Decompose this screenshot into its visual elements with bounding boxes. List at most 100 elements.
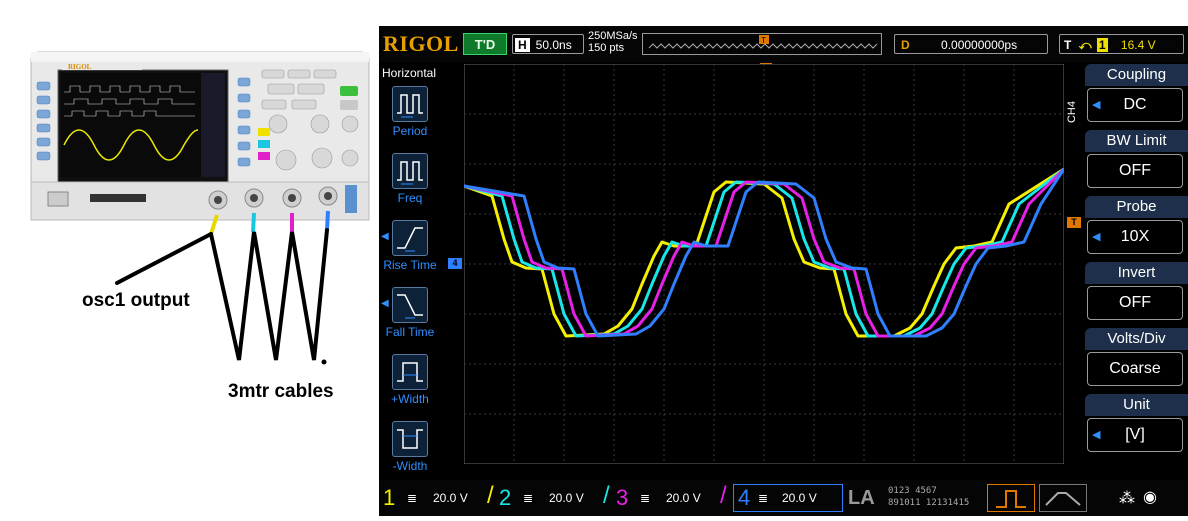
measure-freq-button[interactable]: Freq bbox=[379, 153, 441, 205]
invert-value[interactable]: OFF bbox=[1087, 286, 1183, 320]
plus-width-label: +Width bbox=[391, 392, 429, 406]
minus-width-icon bbox=[392, 421, 428, 457]
usb-icon: ⁂ bbox=[1119, 490, 1135, 507]
ch1-scale: 20.0 V bbox=[433, 491, 468, 505]
memory-points: 150 pts bbox=[588, 42, 625, 54]
ch2-status[interactable]: 2 ≣ 20.0 V / bbox=[499, 482, 611, 512]
measure-fall-time-button[interactable]: Fall Time bbox=[379, 287, 441, 339]
menu-scroll-down-icon[interactable]: ◀ bbox=[381, 298, 389, 309]
measure-plus-width-button[interactable]: +Width bbox=[379, 354, 441, 406]
edge-trigger-icon bbox=[996, 490, 1026, 508]
delay-value: 0.00000000ps bbox=[941, 38, 1018, 52]
la-label: LA bbox=[848, 487, 875, 509]
measure-period-button[interactable]: Period bbox=[379, 86, 441, 138]
probe-menu-item[interactable]: Probe ◀ 10X bbox=[1085, 196, 1188, 260]
ch2-number: 2 bbox=[499, 485, 512, 510]
timebase-label: H bbox=[515, 38, 530, 52]
channel-menu: Coupling ◀ DC BW Limit OFF Probe ◀ 10X Inv… bbox=[1085, 64, 1188, 464]
edge-trigger-button[interactable] bbox=[987, 484, 1035, 512]
ch1-divider-icon: / bbox=[487, 482, 494, 509]
invert-title: Invert bbox=[1085, 262, 1188, 284]
ch4-number: 4 bbox=[738, 485, 751, 510]
ch3-status[interactable]: 3 ≣ 20.0 V / bbox=[616, 482, 728, 512]
trigger-label: T bbox=[1064, 38, 1072, 52]
waveform-display[interactable] bbox=[463, 63, 1066, 465]
sample-rate: 250MSa/s bbox=[588, 30, 638, 42]
ch4-offset-marker[interactable]: 4 bbox=[448, 258, 462, 269]
minus-width-label: -Width bbox=[392, 459, 428, 473]
ch1-status[interactable]: 1 ≣ 20.0 V / bbox=[383, 482, 495, 512]
option-arrow-icon: ◀ bbox=[1092, 231, 1101, 243]
bw-limit-menu-item[interactable]: BW Limit OFF bbox=[1085, 130, 1188, 194]
delay-readout[interactable]: D 0.00000000ps bbox=[894, 34, 1048, 54]
unit-title: Unit bbox=[1085, 394, 1188, 416]
dc-coupling-icon: ≣ bbox=[758, 491, 769, 505]
fall-time-label: Fall Time bbox=[385, 325, 435, 339]
measure-rise-time-button[interactable]: Rise Time bbox=[379, 220, 441, 272]
overview-trigger-marker: T bbox=[761, 36, 766, 45]
volts-div-menu-item[interactable]: Volts/Div Coarse bbox=[1085, 328, 1188, 392]
ch2-divider-icon: / bbox=[603, 482, 610, 509]
overview-wave: T bbox=[648, 35, 878, 49]
menu-scroll-up-icon[interactable]: ◀ bbox=[381, 231, 389, 242]
rise-time-label: Rise Time bbox=[383, 258, 437, 272]
top-status-bar: RIGOL T'D H 50.0ns 250MSa/s 150 pts T D 0… bbox=[379, 26, 1188, 62]
rigol-logo: RIGOL bbox=[383, 31, 459, 56]
ch4-status[interactable]: 4 ≣ 20.0 V bbox=[733, 484, 843, 512]
probe-value-text: 10X bbox=[1120, 228, 1150, 245]
horizontal-measure-menu: Horizontal Period Freq Rise Time Fall Ti… bbox=[379, 66, 441, 476]
delay-label: D bbox=[901, 38, 910, 52]
volts-div-value[interactable]: Coarse bbox=[1087, 352, 1183, 386]
speaker-mute-icon[interactable]: ◉ bbox=[1143, 487, 1157, 507]
frequency-icon bbox=[392, 153, 428, 189]
measure-minus-width-button[interactable]: -Width bbox=[379, 421, 441, 473]
trigger-level-marker[interactable]: T bbox=[1067, 217, 1081, 228]
unit-menu-item[interactable]: Unit ◀ [V] bbox=[1085, 394, 1188, 458]
coupling-value-text: DC bbox=[1123, 96, 1147, 113]
volts-div-title: Volts/Div bbox=[1085, 328, 1188, 350]
rise-time-icon bbox=[392, 220, 428, 256]
bw-limit-value[interactable]: OFF bbox=[1087, 154, 1183, 188]
ch3-scale: 20.0 V bbox=[666, 491, 701, 505]
invert-menu-item[interactable]: Invert OFF bbox=[1085, 262, 1188, 326]
waveform-slope-button[interactable] bbox=[1039, 484, 1087, 512]
plus-width-icon bbox=[392, 354, 428, 390]
unit-value-text: [V] bbox=[1125, 426, 1145, 443]
freq-label: Freq bbox=[397, 191, 423, 205]
la-digital-channels: 0123 4567 891011 12131415 bbox=[888, 485, 969, 509]
period-icon bbox=[392, 86, 428, 122]
trigger-source: 1 bbox=[1096, 38, 1108, 52]
slope-icon bbox=[1045, 492, 1081, 506]
coupling-menu-item[interactable]: Coupling ◀ DC bbox=[1085, 64, 1188, 128]
acquisition-info: 250MSa/s 150 pts bbox=[588, 30, 638, 54]
dc-coupling-icon: ≣ bbox=[523, 491, 534, 505]
svg-text:RIGOL: RIGOL bbox=[68, 63, 92, 71]
trigger-readout[interactable]: T ⤺ 1 16.4 V bbox=[1059, 34, 1184, 54]
coupling-value[interactable]: ◀ DC bbox=[1087, 88, 1183, 122]
channel-status-bar: 1 ≣ 20.0 V / 2 ≣ 20.0 V / 3 ≣ 20.0 V / 4… bbox=[379, 480, 1188, 516]
dc-coupling-icon: ≣ bbox=[407, 491, 418, 505]
period-label: Period bbox=[392, 124, 428, 138]
osc-output-annotation: osc1 output bbox=[82, 290, 190, 311]
waveform-grid bbox=[463, 63, 1066, 465]
ch3-number: 3 bbox=[616, 485, 629, 510]
ch2-scale: 20.0 V bbox=[549, 491, 584, 505]
probe-title: Probe bbox=[1085, 196, 1188, 218]
rising-edge-icon: ⤺ bbox=[1078, 38, 1092, 52]
la-digits-bottom: 891011 12131415 bbox=[888, 498, 970, 508]
active-channel-tag: CH4 bbox=[1066, 101, 1078, 124]
probe-value[interactable]: ◀ 10X bbox=[1087, 220, 1183, 254]
menu-title-horizontal: Horizontal bbox=[382, 66, 437, 80]
cables-annotation: 3mtr cables bbox=[228, 381, 334, 402]
timebase-readout[interactable]: H 50.0ns bbox=[512, 34, 584, 54]
unit-value[interactable]: ◀ [V] bbox=[1087, 418, 1183, 452]
dc-coupling-icon: ≣ bbox=[640, 491, 651, 505]
option-arrow-icon: ◀ bbox=[1092, 429, 1101, 441]
waveform-overview-bar[interactable]: T bbox=[642, 33, 882, 55]
bw-limit-title: BW Limit bbox=[1085, 130, 1188, 152]
fall-time-icon bbox=[392, 287, 428, 323]
la-digits-top: 0123 4567 bbox=[888, 486, 937, 496]
coupling-title: Coupling bbox=[1085, 64, 1188, 86]
oscilloscope-front-panel-illustration: RIGOL bbox=[30, 51, 370, 365]
timebase-value: 50.0ns bbox=[535, 38, 572, 52]
